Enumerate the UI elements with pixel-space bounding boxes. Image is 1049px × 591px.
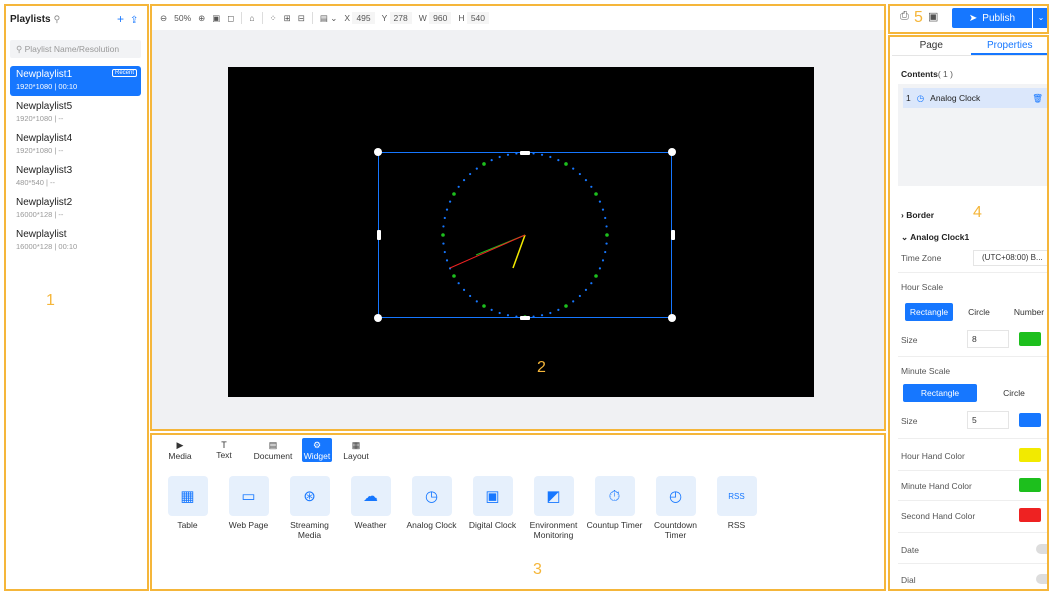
zone-3-outline <box>150 433 886 591</box>
zone-4-label: 4 <box>973 204 982 221</box>
zone-5-outline <box>888 4 1049 34</box>
zone-3-label: 3 <box>533 561 542 578</box>
zone-1-outline <box>4 4 149 591</box>
zone-2-outline <box>150 4 886 431</box>
zone-1-label: 1 <box>46 292 55 309</box>
zone-4-outline <box>888 35 1049 591</box>
zone-2-label: 2 <box>537 359 546 376</box>
zone-5-label: 5 <box>914 9 923 26</box>
